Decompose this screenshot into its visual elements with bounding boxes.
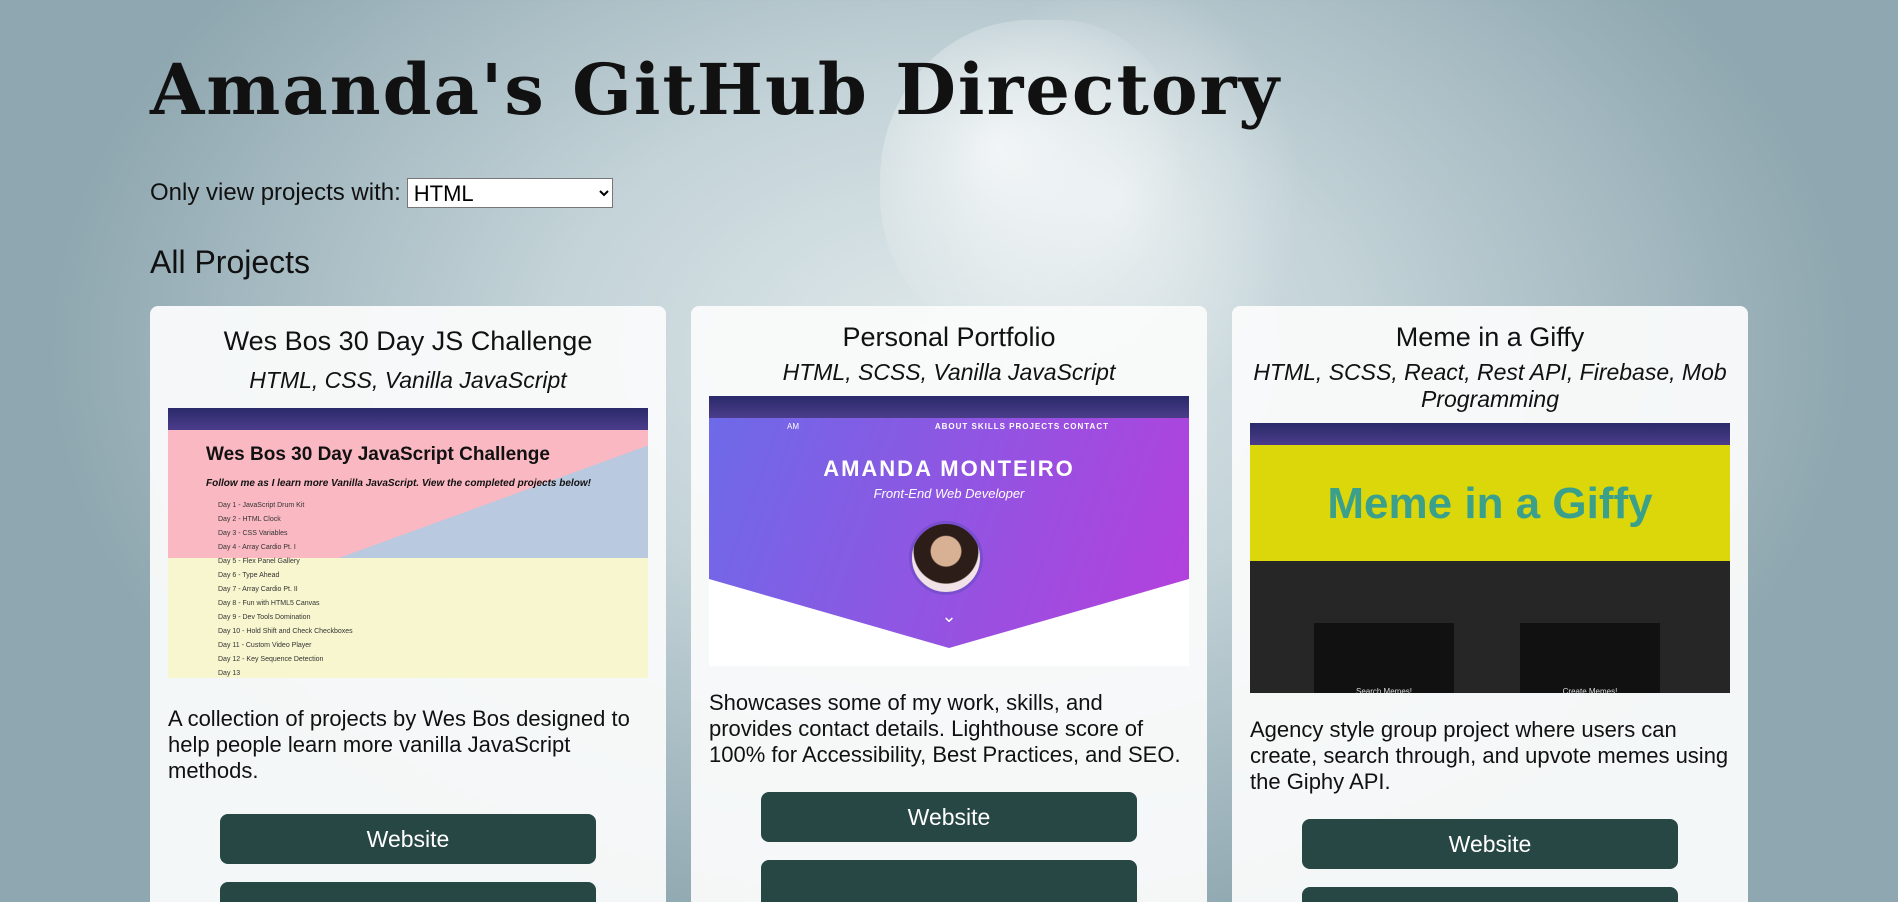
project-screenshot: Meme in a Giffy Search Memes! Create Mem…: [1250, 423, 1730, 693]
list-item: Day 6 - Type Ahead: [218, 572, 280, 579]
page-title: Amanda's GitHub Directory: [150, 48, 1282, 131]
project-tech: HTML, SCSS, React, Rest API, Firebase, M…: [1253, 359, 1727, 412]
secondary-button[interactable]: [220, 882, 596, 902]
project-card: Wes Bos 30 Day JS Challenge HTML, CSS, V…: [150, 306, 666, 902]
list-item: Day 7 - Array Cardio Pt. II: [218, 586, 298, 593]
project-card: Personal Portfolio HTML, SCSS, Vanilla J…: [691, 306, 1207, 902]
list-item: Day 1 - JavaScript Drum Kit: [218, 502, 305, 509]
list-item: Day 8 - Fun with HTML5 Canvas: [218, 600, 320, 607]
project-screenshot: Wes Bos 30 Day JavaScript Challenge Foll…: [168, 408, 648, 678]
project-description: Showcases some of my work, skills, and p…: [709, 690, 1181, 767]
project-description: A collection of projects by Wes Bos desi…: [168, 706, 630, 783]
list-item: Day 11 - Custom Video Player: [218, 642, 312, 649]
browser-bar: [1250, 423, 1730, 445]
project-title: Personal Portfolio: [842, 322, 1056, 352]
project-description: Agency style group project where users c…: [1250, 717, 1729, 794]
filter-label: Only view projects with:: [150, 179, 401, 206]
thumb-name: AMANDA MONTEIRO: [823, 456, 1075, 481]
list-item: Day 4 - Array Cardio Pt. I: [218, 544, 296, 551]
thumb-initials: AM: [787, 422, 799, 431]
list-item: Day 5 - Flex Panel Gallery: [218, 558, 300, 565]
secondary-button[interactable]: [761, 860, 1137, 902]
browser-bar: [709, 396, 1189, 418]
website-button[interactable]: Website: [761, 792, 1137, 842]
list-item: Day 9 - Dev Tools Domination: [218, 614, 311, 621]
thumb-search-box: Search Memes!: [1314, 623, 1454, 693]
list-item: Day 2 - HTML Clock: [218, 516, 281, 523]
list-item: Day 3 - CSS Variables: [218, 530, 288, 537]
project-card: Meme in a Giffy HTML, SCSS, React, Rest …: [1232, 306, 1748, 902]
thumb-heading: Wes Bos 30 Day JavaScript Challenge: [206, 444, 550, 465]
list-item: Day 13: [218, 670, 241, 677]
project-title: Wes Bos 30 Day JS Challenge: [223, 326, 593, 356]
project-title: Meme in a Giffy: [1395, 322, 1585, 352]
thumb-role: Front-End Web Developer: [873, 486, 1025, 501]
project-tech: HTML, CSS, Vanilla JavaScript: [249, 367, 567, 393]
thumb-nav: ABOUT SKILLS PROJECTS CONTACT: [934, 422, 1109, 431]
project-tech: HTML, SCSS, Vanilla JavaScript: [782, 359, 1116, 385]
website-button[interactable]: Website: [220, 814, 596, 864]
secondary-button[interactable]: [1302, 887, 1678, 902]
avatar: [909, 521, 983, 595]
project-screenshot: AM ABOUT SKILLS PROJECTS CONTACT AMANDA …: [709, 396, 1189, 666]
thumb-logo: Meme in a Giffy: [1327, 479, 1653, 528]
thumb-list: Day 1 - JavaScript Drum Kit Day 2 - HTML…: [218, 502, 353, 678]
thumb-create-box: Create Memes!: [1520, 623, 1660, 693]
list-item: Day 12 - Key Sequence Detection: [218, 656, 324, 663]
website-button[interactable]: Website: [1302, 819, 1678, 869]
browser-bar: [168, 408, 648, 430]
list-item: Day 10 - Hold Shift and Check Checkboxes: [218, 628, 353, 635]
chevron-down-icon: ⌄: [941, 606, 957, 626]
thumb-subheading: Follow me as I learn more Vanilla JavaSc…: [206, 478, 591, 489]
section-title: All Projects: [150, 244, 311, 280]
filter-row: Only view projects with: HTML: [150, 178, 613, 208]
tech-filter-select[interactable]: HTML: [406, 178, 613, 208]
